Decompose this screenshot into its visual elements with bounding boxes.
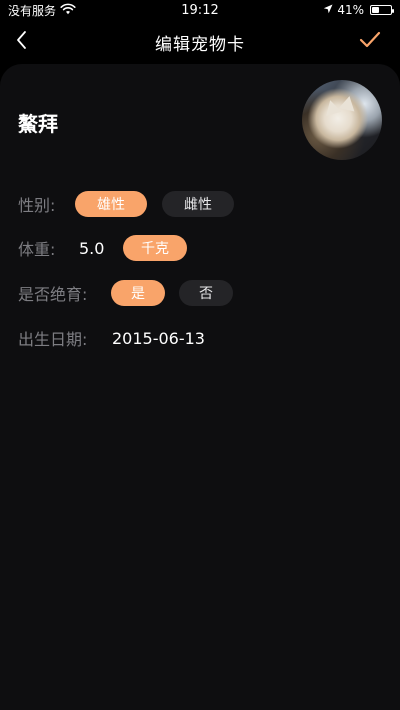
checkmark-icon (359, 31, 381, 53)
neutered-label: 是否绝育: (18, 285, 88, 304)
nav-bar: 编辑宠物卡 (0, 20, 400, 64)
birthday-row: 出生日期: 2015-06-13 (18, 324, 205, 352)
wifi-icon (60, 3, 76, 18)
weight-row: 体重: 5.0 千克 (18, 234, 187, 262)
carrier-label: 没有服务 (8, 3, 57, 18)
weight-value[interactable]: 5.0 (79, 239, 123, 258)
gender-option-male[interactable]: 雄性 (75, 191, 147, 217)
gender-label: 性别: (18, 196, 56, 215)
status-right: 41% (323, 3, 394, 17)
weight-label: 体重: (18, 240, 56, 259)
weight-unit[interactable]: 千克 (123, 235, 187, 261)
battery-icon (370, 5, 394, 15)
birthday-value[interactable]: 2015-06-13 (112, 329, 205, 348)
neutered-option-yes[interactable]: 是 (111, 280, 165, 306)
pet-name[interactable]: 鰲拜 (18, 108, 58, 137)
neutered-option-no[interactable]: 否 (179, 280, 233, 306)
battery-fill (372, 7, 379, 13)
pet-avatar[interactable] (302, 80, 382, 160)
avatar-ear-right (338, 94, 358, 112)
neutered-row: 是否绝育: 是 否 (18, 279, 233, 307)
status-left: 没有服务 (8, 2, 76, 19)
pet-card: 鰲拜 性别: 雄性 雌性 体重: 5.0 千克 是否绝育: 是 否 出生日期: … (0, 64, 400, 710)
gender-option-female[interactable]: 雌性 (162, 191, 234, 217)
done-button[interactable] (356, 28, 384, 56)
location-arrow-icon (323, 3, 333, 17)
battery-percent: 41% (337, 3, 364, 17)
back-button[interactable] (10, 30, 34, 54)
page-title: 编辑宠物卡 (155, 34, 245, 55)
gender-row: 性别: 雄性 雌性 (18, 190, 234, 218)
status-bar: 没有服务 19:12 41% (0, 0, 400, 20)
chevron-left-icon (15, 30, 29, 54)
birthday-label: 出生日期: (18, 330, 88, 349)
